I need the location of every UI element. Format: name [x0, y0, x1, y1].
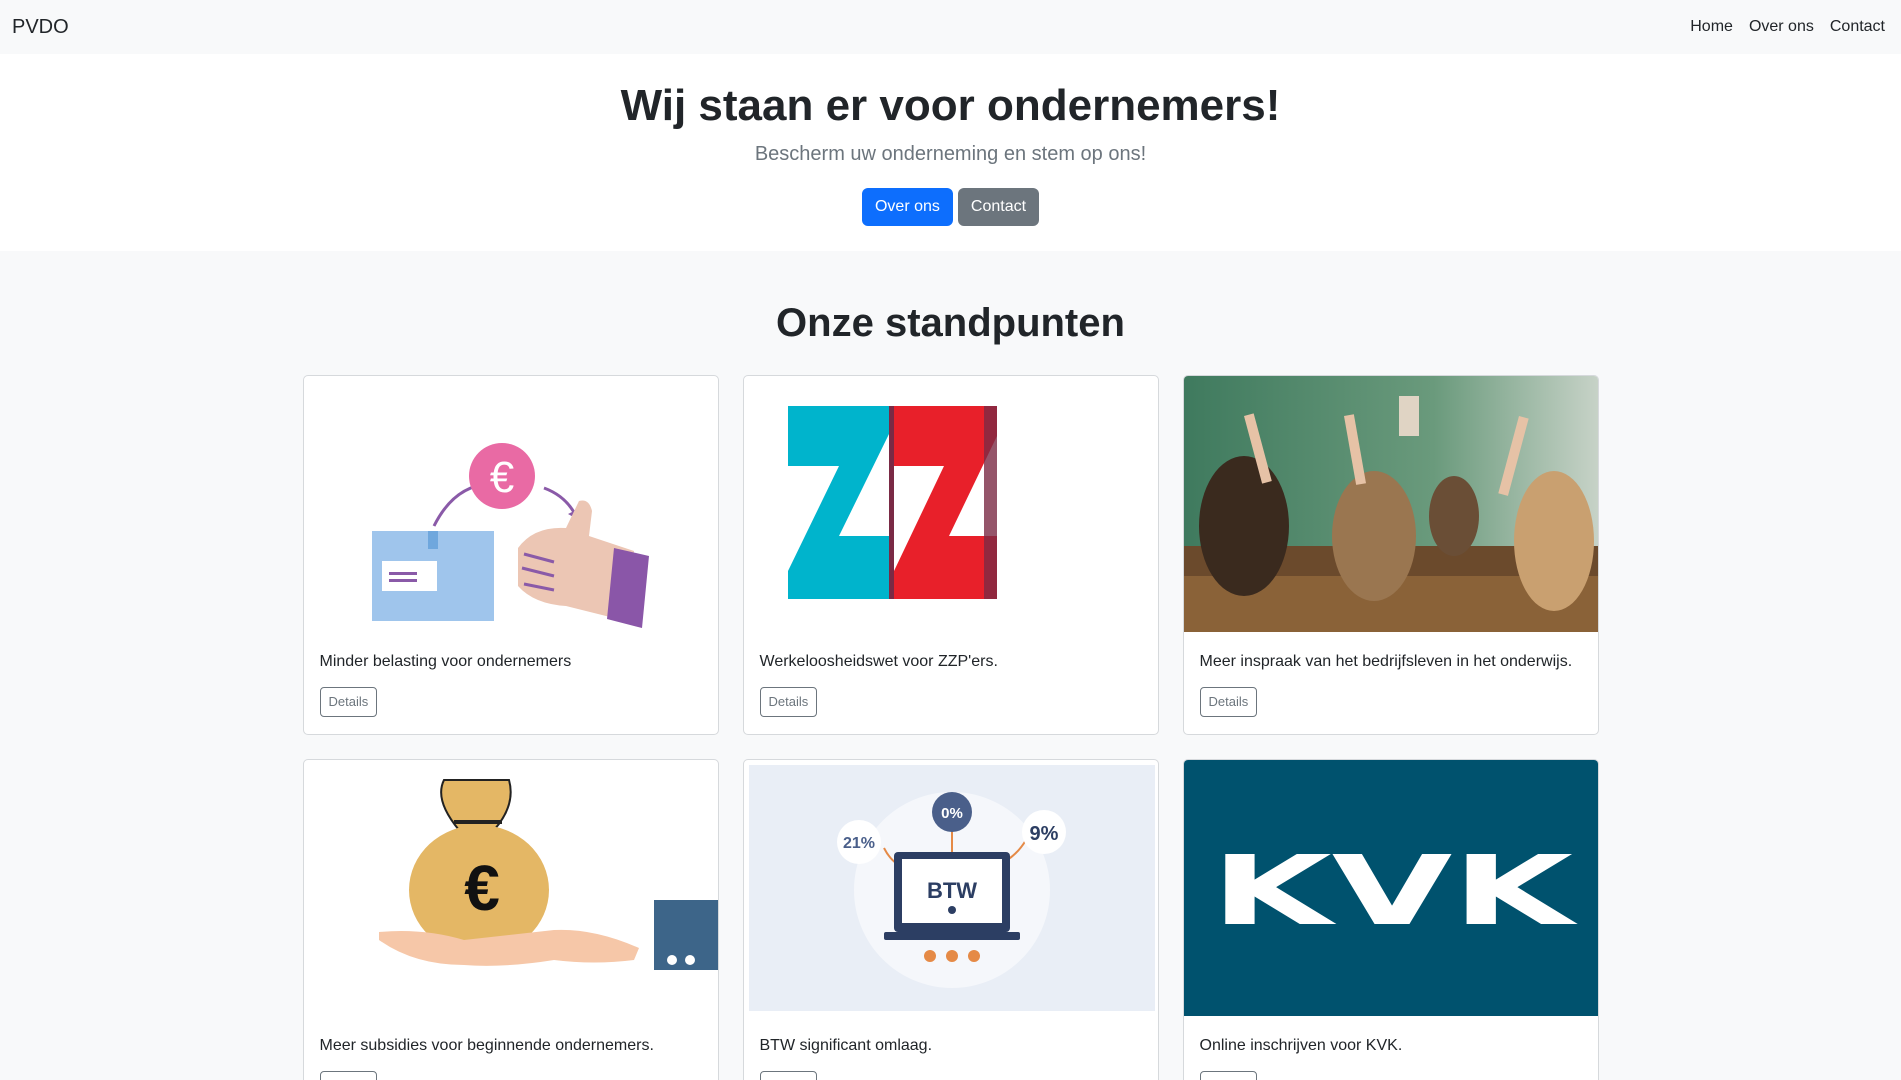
nav-link-contact[interactable]: Contact: [1830, 18, 1885, 36]
money-bag-illustration: €: [304, 760, 718, 1016]
details-button[interactable]: Details: [1199, 686, 1258, 717]
hero-title: Wij staan er voor ondernemers!: [620, 81, 1281, 130]
card-text: Online inschrijven voor KVK.: [1199, 1037, 1403, 1054]
euro-symbol: €: [464, 852, 500, 924]
card-text: Meer subsidies voor beginnende onderneme…: [319, 1037, 654, 1054]
card-zzp: Werkeloosheidswet voor ZZP'ers. Details: [742, 375, 1159, 735]
standpunten-section: Onze standpunten € Minder belasting voor…: [0, 251, 1901, 1080]
card-text: Werkeloosheidswet voor ZZP'ers.: [759, 653, 998, 670]
kvk-logo: KVK: [1183, 760, 1598, 1016]
card-onderwijs: Meer inspraak van het bedrijfsleven in h…: [1182, 375, 1599, 735]
over-ons-button[interactable]: Over ons: [861, 187, 953, 226]
btw-label-btw: BTW: [926, 878, 976, 903]
nav-link-home[interactable]: Home: [1690, 18, 1733, 36]
card-btw: 0% 21% 9% BTW BTW significant omlaag. De…: [742, 759, 1159, 1080]
euro-hand-illustration: €: [304, 376, 718, 632]
card-text: Minder belasting voor ondernemers: [319, 653, 572, 670]
details-button[interactable]: Details: [759, 1070, 818, 1080]
navbar: PVDO Home Over ons Contact: [0, 0, 1901, 54]
details-button[interactable]: Details: [319, 1070, 378, 1080]
hero: Wij staan er voor ondernemers! Bescherm …: [0, 54, 1901, 251]
brand-link[interactable]: PVDO: [12, 16, 69, 39]
details-button[interactable]: Details: [759, 686, 818, 717]
btw-label-9: 9%: [1029, 823, 1058, 845]
details-button[interactable]: Details: [319, 686, 378, 717]
cards-grid: € Minder belasting voor ondernemers Deta…: [302, 375, 1599, 1080]
card-text: BTW significant omlaag.: [759, 1037, 933, 1054]
contact-button[interactable]: Contact: [957, 187, 1040, 226]
card-subsidies: € Meer subsidies voor beginnende onderne…: [302, 759, 719, 1080]
hero-subtitle: Bescherm uw onderneming en stem op ons!: [754, 142, 1147, 165]
section-title: Onze standpunten: [776, 301, 1125, 345]
zzp-logo: [744, 376, 1158, 632]
nav-links: Home Over ons Contact: [1690, 18, 1889, 36]
card-text: Meer inspraak van het bedrijfsleven in h…: [1199, 653, 1573, 670]
btw-laptop-illustration: 0% 21% 9% BTW: [744, 760, 1158, 1016]
nav-link-over-ons[interactable]: Over ons: [1749, 18, 1814, 36]
details-button[interactable]: Details: [1199, 1070, 1258, 1080]
card-kvk: KVK Online inschrijven voor KVK. Details: [1182, 759, 1599, 1080]
euro-symbol: €: [489, 453, 513, 502]
kvk-logo-text: KVK: [1211, 835, 1579, 947]
hero-buttons: Over ons Contact: [0, 187, 1901, 226]
card-minder-belasting: € Minder belasting voor ondernemers Deta…: [302, 375, 719, 735]
btw-label-0: 0%: [941, 805, 963, 822]
classroom-photo: [1183, 376, 1598, 632]
btw-label-21: 21%: [842, 835, 874, 852]
